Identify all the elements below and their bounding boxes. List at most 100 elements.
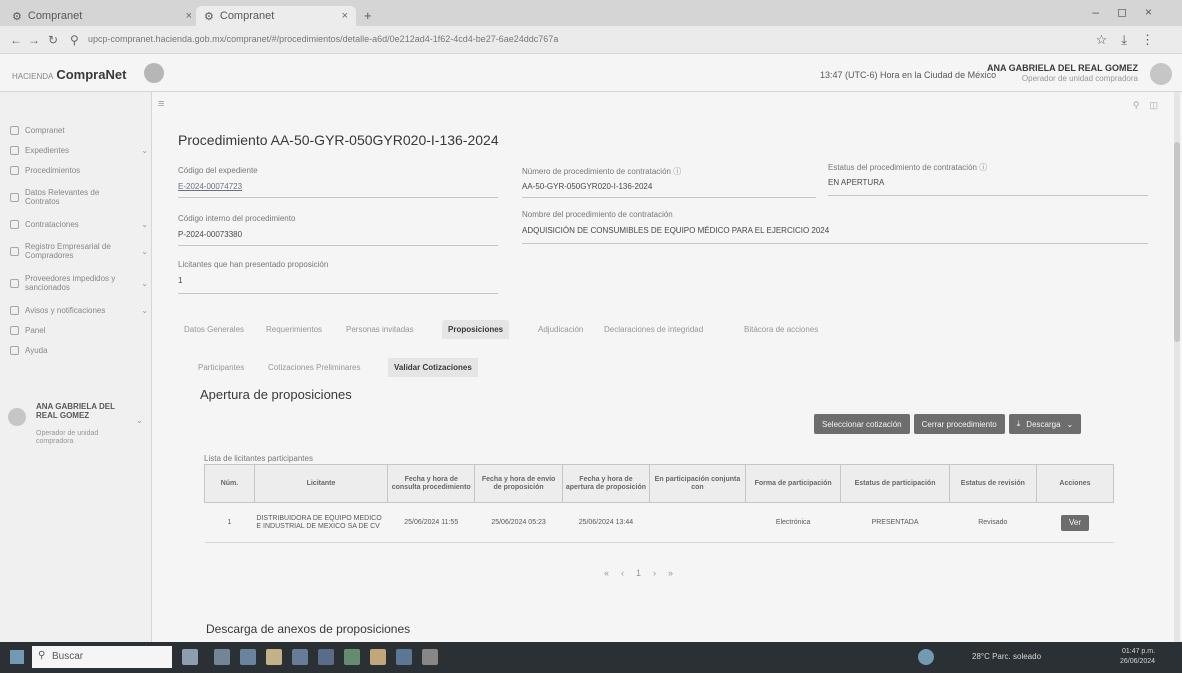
- first-page-icon[interactable]: «: [604, 568, 621, 578]
- field-nombre-procedimiento: Nombre del procedimiento de contratación…: [522, 210, 1148, 244]
- sidebar-item-expedientes[interactable]: Expedientes ⌄: [10, 146, 148, 155]
- mail-icon[interactable]: [318, 649, 334, 665]
- chrome-icon[interactable]: [370, 649, 386, 665]
- cell-conjunta: [649, 502, 746, 543]
- header-user-name[interactable]: ANA GABRIELA DEL REAL GOMEZ: [987, 63, 1138, 73]
- field-label: Número de procedimiento de contratación …: [522, 167, 682, 176]
- field-label: Código interno del procedimiento: [178, 214, 296, 223]
- app-header: HACIENDA CompraNet 13:47 (UTC-6) Hora en …: [0, 54, 1182, 92]
- tab-label: Compranet: [219, 10, 275, 22]
- sidebar-item-panel[interactable]: Panel: [10, 326, 148, 335]
- page-number[interactable]: 1: [636, 568, 653, 578]
- table-row: 1 DISTRIBUIDORA DE EQUIPO MEDICO E INDUS…: [204, 502, 1114, 543]
- tab-adjudicacion[interactable]: Adjudicación: [532, 320, 589, 339]
- sidebar-item-label: Procedimientos: [25, 166, 81, 175]
- window-controls[interactable]: –◻×: [1092, 5, 1170, 19]
- avatar[interactable]: [1150, 63, 1172, 85]
- cerrar-procedimiento-button[interactable]: Cerrar procedimiento: [913, 414, 1005, 434]
- action-buttons: Seleccionar cotización Cerrar procedimie…: [814, 414, 1082, 434]
- home-icon: [10, 126, 19, 135]
- ver-button[interactable]: Ver: [1060, 514, 1089, 531]
- last-page-icon[interactable]: »: [668, 568, 685, 578]
- tray-time: 01:47 p.m.: [1121, 648, 1156, 655]
- chevron-down-icon: ⌄: [1066, 419, 1074, 429]
- descarga-button[interactable]: ⤓ Descarga ⌄: [1008, 414, 1082, 434]
- menu-toggle-icon[interactable]: [144, 63, 164, 83]
- tray-app-icon[interactable]: [918, 649, 934, 665]
- field-value: AA-50-GYR-050GYR020-I-136-2024: [522, 182, 653, 191]
- sidebar-item-proveedores-impedidos[interactable]: Proveedores impedidos y sancionados ⌄: [10, 274, 148, 292]
- hamburger-icon[interactable]: ≡: [158, 98, 164, 110]
- browser-tab[interactable]: ⚙ Compranet ×: [12, 6, 192, 26]
- weather-widget[interactable]: 28°C Parc. soleado: [972, 652, 1041, 661]
- table-label: Lista de licitantes participantes: [204, 454, 313, 463]
- sidebar-item-datos-relevantes[interactable]: Datos Relevantes de Contratos: [10, 188, 148, 206]
- task-view-icon[interactable]: [182, 649, 198, 665]
- field-value: 1: [178, 276, 183, 285]
- teams-icon[interactable]: [214, 649, 230, 665]
- cell-envio: 25/06/2024 05:23: [474, 502, 563, 543]
- document-icon: [10, 166, 19, 175]
- field-label: Estatus del procedimiento de contratació…: [828, 163, 988, 172]
- chevron-down-icon: ⌄: [141, 220, 148, 229]
- edge-icon[interactable]: [240, 649, 256, 665]
- subtab-cotizaciones-preliminares[interactable]: Cotizaciones Preliminares: [262, 358, 366, 377]
- prev-page-icon[interactable]: ‹: [621, 568, 636, 578]
- next-page-icon[interactable]: ›: [653, 568, 668, 578]
- sidebar-item-label: Panel: [25, 326, 46, 335]
- close-tab-icon[interactable]: ×: [342, 10, 348, 22]
- tab-declaraciones[interactable]: Declaraciones de integridad: [598, 320, 709, 339]
- reload-icon[interactable]: ↻: [48, 33, 58, 47]
- compranet-logo[interactable]: HACIENDA CompraNet: [12, 67, 126, 82]
- app-icon[interactable]: [422, 649, 438, 665]
- help-icon: [10, 346, 19, 355]
- logo-prefix: HACIENDA: [12, 72, 54, 81]
- tab-bitacora[interactable]: Bitácora de acciones: [738, 320, 824, 339]
- expediente-link[interactable]: E-2024-00074723: [178, 182, 242, 191]
- cell-forma: Electrónica: [745, 502, 841, 543]
- subtab-validar-cotizaciones[interactable]: Validar Cotizaciones: [388, 358, 478, 377]
- tab-requerimientos[interactable]: Requerimientos: [260, 320, 328, 339]
- field-value: P-2024-00073380: [178, 230, 243, 239]
- browser-actions[interactable]: ☆⤓⋮: [1096, 32, 1168, 48]
- tab-label: Compranet: [27, 10, 83, 22]
- tab-datos-generales[interactable]: Datos Generales: [178, 320, 250, 339]
- seleccionar-cotizacion-button[interactable]: Seleccionar cotización: [814, 414, 910, 434]
- url-bar[interactable]: upcp-compranet.hacienda.gob.mx/compranet…: [88, 34, 558, 44]
- sidebar-item-ayuda[interactable]: Ayuda: [10, 346, 148, 355]
- browser-tab-active[interactable]: ⚙ Compranet ×: [196, 6, 356, 26]
- clock-tray[interactable]: 01:47 p.m. 26/06/2024: [1120, 647, 1155, 667]
- sidebar-item-procedimientos[interactable]: Procedimientos: [10, 166, 148, 175]
- windows-start-icon[interactable]: [10, 650, 24, 664]
- new-tab-icon[interactable]: +: [364, 8, 372, 23]
- forward-icon[interactable]: →: [28, 33, 40, 47]
- header-user-role: Operador de unidad compradora: [1021, 74, 1138, 83]
- sidebar-item-contrataciones[interactable]: Contrataciones ⌄: [10, 220, 148, 229]
- sidebar-item-registro-empresarial[interactable]: Registro Empresarial de Compradores ⌄: [10, 242, 148, 260]
- tab-proposiciones[interactable]: Proposiciones: [442, 320, 510, 339]
- column-header: Estatus de revisión: [948, 464, 1037, 503]
- site-info-icon[interactable]: ⚲: [70, 33, 79, 47]
- scrollbar-thumb[interactable]: [1174, 142, 1180, 342]
- excel-icon[interactable]: [344, 649, 360, 665]
- back-icon[interactable]: ←: [10, 33, 22, 47]
- building-icon: [10, 246, 19, 256]
- taskbar-search[interactable]: ⚲ Buscar: [32, 646, 172, 668]
- sidebar-item-compranet[interactable]: Compranet: [10, 126, 148, 135]
- cell-estatus: PRESENTADA: [840, 502, 950, 543]
- close-tab-icon[interactable]: ×: [186, 10, 192, 22]
- windows-taskbar: ⚲ Buscar 28°C Parc. soleado 01:47 p.m. 2…: [0, 642, 1182, 673]
- scrollbar[interactable]: [1174, 92, 1180, 642]
- word-icon[interactable]: [396, 649, 412, 665]
- bell-icon: [10, 306, 19, 315]
- chevron-down-icon[interactable]: ⌄: [136, 416, 143, 425]
- cell-consulta: 25/06/2024 11:55: [387, 502, 475, 543]
- sidebar-item-avisos[interactable]: Avisos y notificaciones ⌄: [10, 306, 148, 315]
- tab-personas-invitadas[interactable]: Personas invitadas: [340, 320, 420, 339]
- file-explorer-icon[interactable]: [266, 649, 282, 665]
- field-label: Código del expediente: [178, 166, 258, 175]
- subtab-participantes[interactable]: Participantes: [192, 358, 250, 377]
- browser-navbar: ← → ↻ ⚲ upcp-compranet.hacienda.gob.mx/c…: [0, 26, 1182, 54]
- store-icon[interactable]: [292, 649, 308, 665]
- toolbar-icons[interactable]: ⚲◫: [1133, 100, 1168, 111]
